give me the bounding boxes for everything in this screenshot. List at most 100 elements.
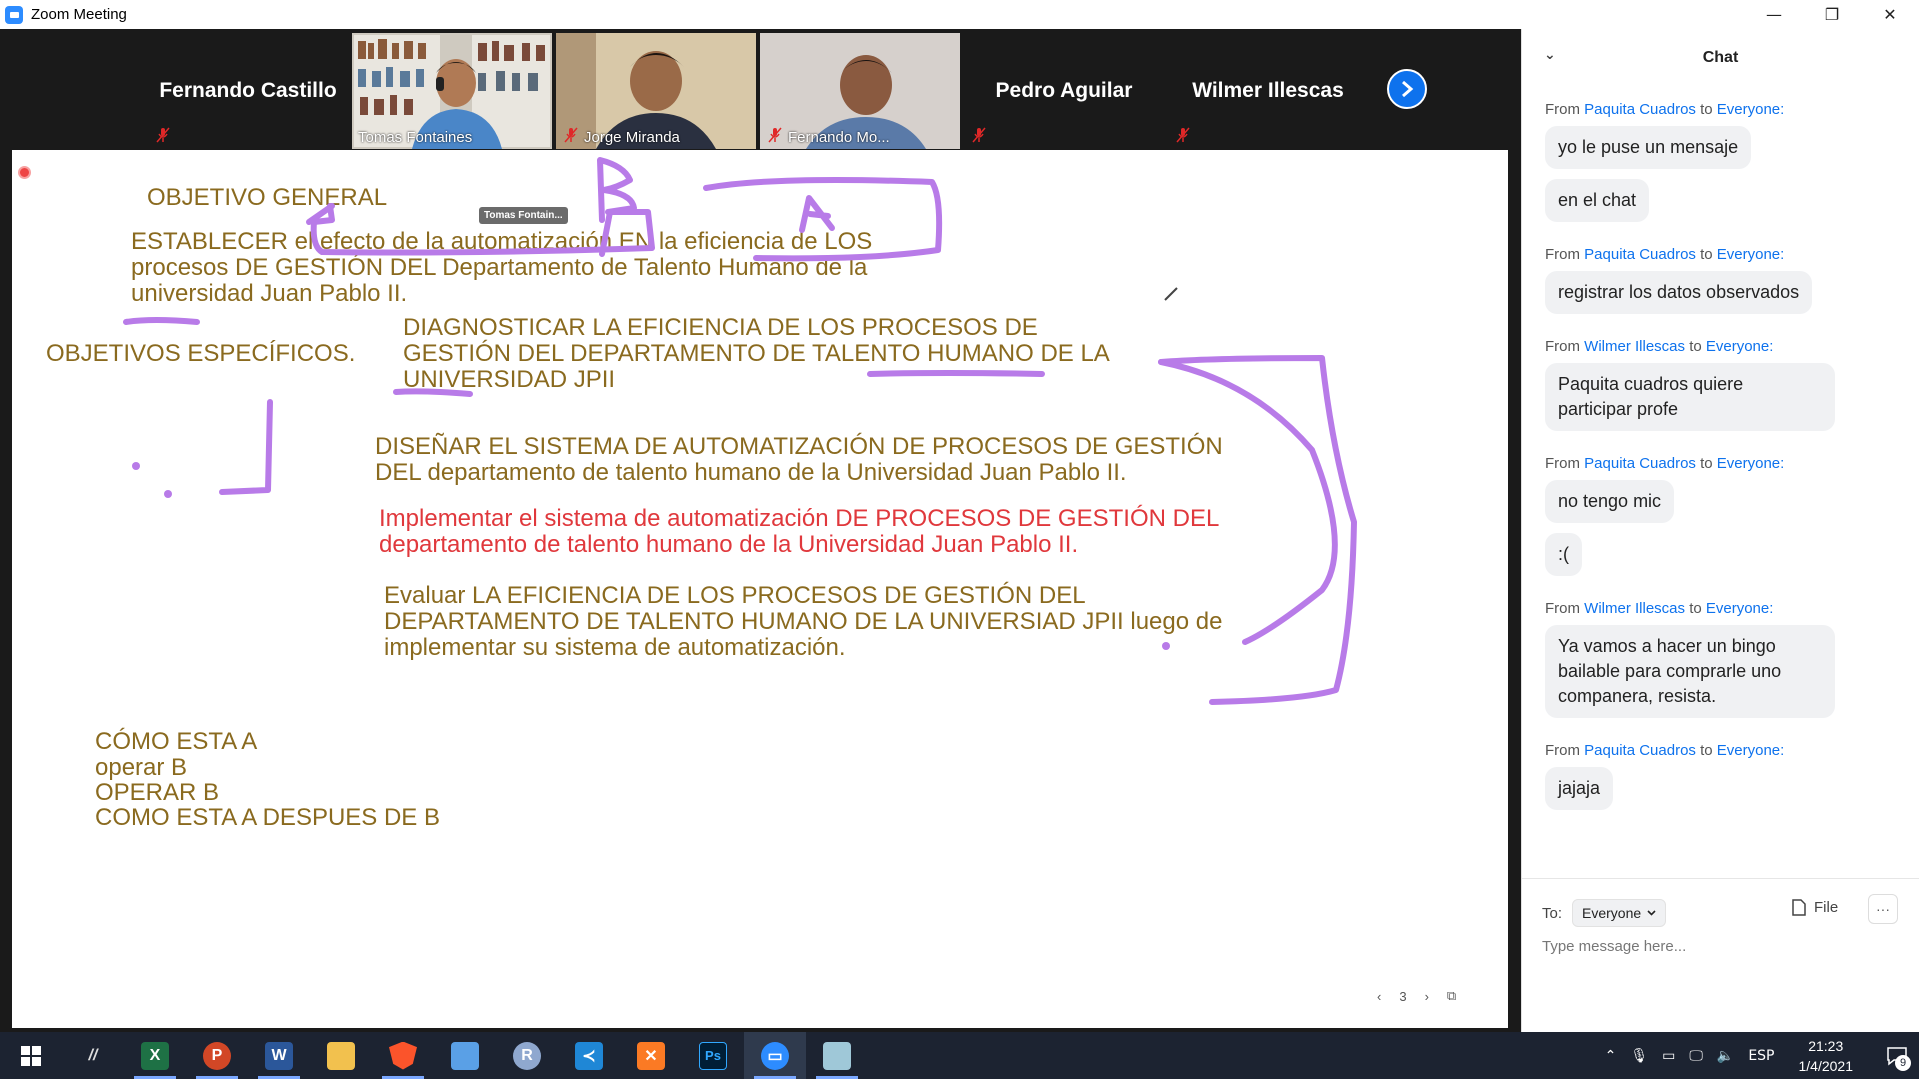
message-bubble[interactable]: :( <box>1545 533 1582 576</box>
taskbar-app[interactable]: W <box>248 1032 310 1079</box>
participant-tile-video[interactable]: Tomas Fontaines <box>352 33 552 149</box>
message-bubble[interactable]: Paquita cuadros quiere participar profe <box>1545 363 1835 431</box>
shared-whiteboard[interactable]: OBJETIVO GENERAL ESTABLECER el efecto de… <box>12 150 1508 1028</box>
recipient-value: Everyone <box>1582 905 1642 921</box>
message-bubble[interactable]: registrar los datos observados <box>1545 271 1813 314</box>
file-icon <box>1792 899 1806 916</box>
chat-header: ⌄ Chat <box>1522 29 1919 87</box>
recipient-name[interactable]: Everyone: <box>1717 101 1785 118</box>
sender-name[interactable]: Paquita Cuadros <box>1584 246 1696 263</box>
volume-icon[interactable]: 🔈 <box>1717 1048 1734 1064</box>
message-sender-line: From Wilmer Illescas to Everyone: <box>1545 600 1899 617</box>
chat-panel: ⌄ Chat From Paquita Cuadros to Everyone:… <box>1521 29 1919 1032</box>
sender-name[interactable]: Paquita Cuadros <box>1584 101 1696 118</box>
objetivos-especificos-heading: OBJETIVOS ESPECÍFICOS. <box>46 340 356 367</box>
microphone-icon[interactable]: 🎙 <box>1630 1048 1648 1064</box>
taskbar-app[interactable]: X <box>124 1032 186 1079</box>
restore-button[interactable]: ❐ <box>1803 0 1861 29</box>
objective-text-highlighted: departamento de talento humano de la Uni… <box>379 531 1079 558</box>
participant-tile[interactable]: Pedro Aguilar <box>964 33 1164 149</box>
title-bar: Zoom Meeting — ❐ ✕ <box>0 0 1919 29</box>
control-panel-icon <box>451 1041 479 1070</box>
chevron-down-icon[interactable]: ⌄ <box>1544 47 1556 63</box>
participant-tile[interactable]: Fernando Castillo <box>148 33 348 149</box>
taskbar-app[interactable]: ≺ <box>558 1032 620 1079</box>
taskbar-app[interactable] <box>806 1032 868 1079</box>
sender-name[interactable]: Wilmer Illescas <box>1584 600 1685 617</box>
sender-name[interactable]: Paquita Cuadros <box>1584 455 1696 472</box>
message-sender-line: From Paquita Cuadros to Everyone: <box>1545 742 1899 759</box>
network-icon[interactable]: 🖵 <box>1689 1048 1703 1064</box>
recipient-name[interactable]: Everyone: <box>1717 246 1785 263</box>
from-word: From <box>1545 101 1580 118</box>
to-word: to <box>1689 600 1702 617</box>
taskbar-app[interactable]: // <box>62 1032 124 1079</box>
minimize-button[interactable]: — <box>1745 0 1803 29</box>
window-title: Zoom Meeting <box>31 6 127 23</box>
taskbar-app[interactable]: R <box>496 1032 558 1079</box>
word-icon: W <box>265 1041 293 1070</box>
chevron-right-icon <box>1402 80 1414 98</box>
message-bubble[interactable]: yo le puse un mensaje <box>1545 126 1752 169</box>
from-word: From <box>1545 246 1580 263</box>
sender-name[interactable]: Wilmer Illescas <box>1584 338 1685 355</box>
message-sender-line: From Paquita Cuadros to Everyone: <box>1545 101 1899 118</box>
start-button[interactable] <box>0 1032 62 1079</box>
brave-icon <box>389 1041 417 1070</box>
taskbar-app[interactable] <box>372 1032 434 1079</box>
zoom-icon: ▭ <box>761 1041 789 1070</box>
r-icon: R <box>513 1041 541 1070</box>
chat-composer: To: Everyone File ··· <box>1522 878 1919 1032</box>
battery-icon[interactable]: ▭ <box>1662 1048 1675 1064</box>
system-tray: ⌃ 🎙 ▭ 🖵 🔈 ESP 21:23 1/4/2021 9 <box>1605 1032 1919 1079</box>
taskbar-app[interactable] <box>434 1032 496 1079</box>
notification-count: 9 <box>1895 1055 1911 1071</box>
recipient-name[interactable]: Everyone: <box>1717 455 1785 472</box>
page-number: 3 <box>1399 988 1407 1004</box>
vscode-icon: ≺ <box>575 1041 603 1070</box>
taskbar-app[interactable]: Ps <box>682 1032 744 1079</box>
message-input[interactable] <box>1542 938 1892 955</box>
taskbar-app[interactable]: ✕ <box>620 1032 682 1079</box>
objective-text: implementar su sistema de automatización… <box>384 634 846 661</box>
page-navigator: ‹ 3 › ⧉ <box>1377 988 1456 1004</box>
windows-icon <box>21 1045 41 1066</box>
file-button[interactable]: File <box>1792 899 1838 916</box>
recipient-name[interactable]: Everyone: <box>1717 742 1785 759</box>
taskbar-app[interactable] <box>310 1032 372 1079</box>
taskbar-app[interactable]: ▭ <box>744 1032 806 1079</box>
previous-page-icon[interactable]: ‹ <box>1377 989 1381 1004</box>
recipient-name[interactable]: Everyone: <box>1706 338 1774 355</box>
export-page-icon[interactable]: ⧉ <box>1447 988 1456 1004</box>
next-participants-button[interactable] <box>1387 69 1427 109</box>
language-indicator[interactable]: ESP <box>1748 1048 1774 1064</box>
message-bubble[interactable]: no tengo mic <box>1545 480 1675 523</box>
participant-tile-video[interactable]: Jorge Miranda <box>556 33 756 149</box>
close-button[interactable]: ✕ <box>1861 0 1919 29</box>
notification-center-button[interactable]: 9 <box>1875 1032 1919 1079</box>
note-text: COMO ESTA A DESPUES DE B <box>95 804 440 831</box>
recipient-select[interactable]: Everyone <box>1572 899 1667 927</box>
message-bubble[interactable]: jajaja <box>1545 767 1614 810</box>
next-page-icon[interactable]: › <box>1425 989 1429 1004</box>
clock[interactable]: 21:23 1/4/2021 <box>1799 1036 1854 1076</box>
zoom-app-icon <box>5 5 23 24</box>
chat-message: jajaja <box>1545 767 1899 820</box>
participant-tile-video[interactable]: Fernando Mo... <box>760 33 960 149</box>
message-bubble[interactable]: en el chat <box>1545 179 1650 222</box>
taskbar-app[interactable]: P <box>186 1032 248 1079</box>
chevron-up-icon[interactable]: ⌃ <box>1605 1048 1617 1064</box>
more-options-button[interactable]: ··· <box>1868 894 1898 924</box>
chat-message-list[interactable]: From Paquita Cuadros to Everyone: yo le p… <box>1522 101 1919 820</box>
from-word: From <box>1545 742 1580 759</box>
sender-name[interactable]: Paquita Cuadros <box>1584 742 1696 759</box>
message-sender-line: From Paquita Cuadros to Everyone: <box>1545 246 1899 263</box>
excel-icon: X <box>141 1041 169 1070</box>
recipient-name[interactable]: Everyone: <box>1706 600 1774 617</box>
message-bubble[interactable]: Ya vamos a hacer un bingo bailable para … <box>1545 625 1835 718</box>
from-word: From <box>1545 600 1580 617</box>
meeting-area: Fernando Castillo Tomas Fontaines Jorge … <box>0 29 1521 1032</box>
annotator-name-tag: Tomas Fontain... <box>479 207 568 224</box>
participant-tile[interactable]: Wilmer Illescas <box>1168 33 1368 149</box>
chat-message: registrar los datos observados <box>1545 271 1899 324</box>
